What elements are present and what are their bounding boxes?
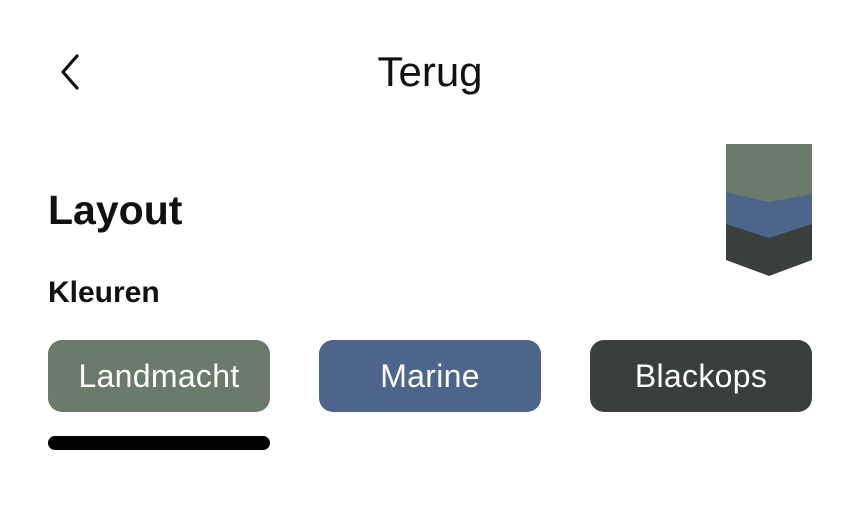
theme-label-marine: Marine xyxy=(380,357,480,394)
header-title: Terug xyxy=(377,48,483,95)
emblem-band-top xyxy=(726,144,812,202)
section-title-kleuren: Kleuren xyxy=(48,276,160,309)
selected-theme-indicator xyxy=(48,436,270,450)
theme-label-landmacht: Landmacht xyxy=(78,357,240,394)
theme-button-landmacht[interactable]: Landmacht xyxy=(48,340,270,412)
theme-button-blackops[interactable]: Blackops xyxy=(590,340,812,412)
page-title: Layout xyxy=(48,187,183,233)
theme-label-blackops: Blackops xyxy=(634,357,768,394)
rank-chevron-icon xyxy=(726,144,812,276)
theme-button-marine[interactable]: Marine xyxy=(319,340,541,412)
